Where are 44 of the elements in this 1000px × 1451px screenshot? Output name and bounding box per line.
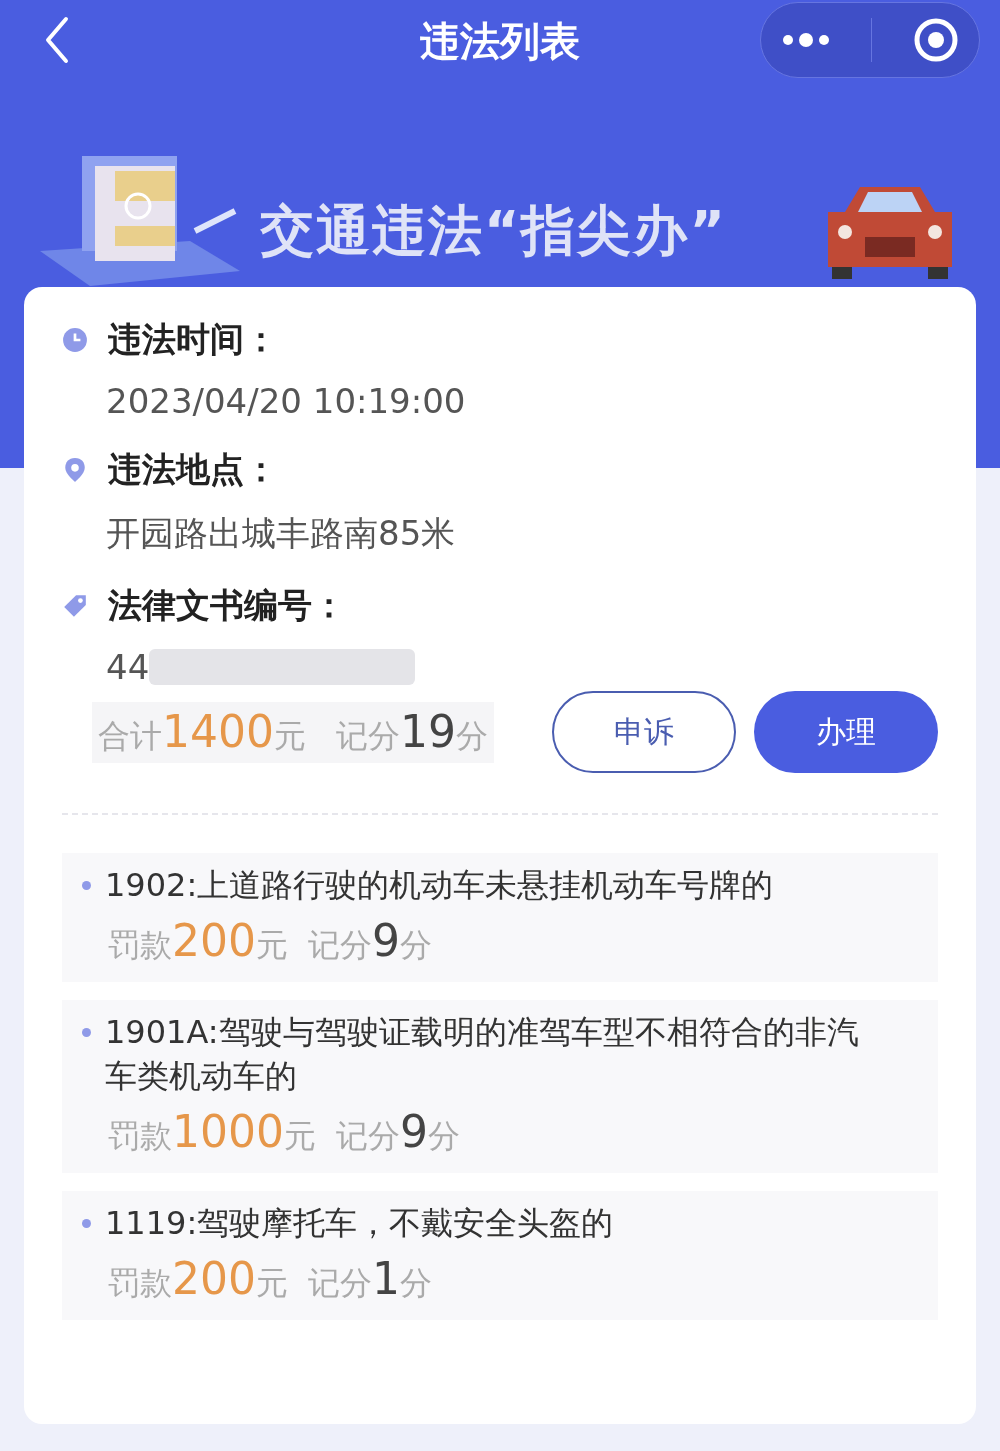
fine-label: 罚款 bbox=[108, 925, 172, 966]
bullet-dot bbox=[82, 1028, 91, 1037]
fine-amount: 200 bbox=[172, 1253, 256, 1304]
field-label: 法律文书编号： bbox=[108, 584, 346, 627]
violation-title: 1901A:驾驶与驾驶证载明的准驾车型不相符合的非汽车类机动车的 bbox=[105, 1012, 860, 1097]
points-label: 记分 bbox=[308, 925, 372, 966]
field-label: 违法地点： bbox=[108, 448, 278, 491]
bullet-dot bbox=[82, 881, 91, 890]
currency-unit: 元 bbox=[274, 715, 306, 757]
tag-icon bbox=[62, 593, 88, 619]
location-pin-icon bbox=[62, 457, 88, 483]
points-value: 9 bbox=[400, 1106, 428, 1157]
process-button[interactable]: 办理 bbox=[754, 691, 938, 773]
clock-icon bbox=[62, 327, 88, 353]
field-value: 44 bbox=[106, 647, 150, 687]
violation-title: 1902:上道路行驶的机动车未悬挂机动车号牌的 bbox=[105, 865, 775, 906]
fine-amount: 1000 bbox=[172, 1106, 284, 1157]
currency-unit: 元 bbox=[284, 1116, 316, 1157]
summary-label: 记分 bbox=[336, 715, 400, 757]
points-unit: 分 bbox=[428, 1116, 460, 1157]
appeal-button[interactable]: 申诉 bbox=[552, 691, 736, 773]
field-value: 2023/04/20 10:19:00 bbox=[106, 381, 466, 421]
page-title: 违法列表 bbox=[419, 17, 581, 66]
points-label: 记分 bbox=[308, 1263, 372, 1304]
points-unit: 分 bbox=[456, 715, 488, 757]
points-unit: 分 bbox=[400, 925, 432, 966]
bullet-dot bbox=[82, 1219, 91, 1228]
points-unit: 分 bbox=[400, 1263, 432, 1304]
total-points: 19 bbox=[400, 705, 456, 757]
banner-headline: 交通违法“指尖办” bbox=[259, 198, 728, 264]
fine-label: 罚款 bbox=[108, 1263, 172, 1304]
fine-label: 罚款 bbox=[108, 1116, 172, 1157]
more-icon[interactable] bbox=[781, 32, 832, 48]
fine-amount: 200 bbox=[172, 915, 256, 966]
total-amount: 1400 bbox=[162, 705, 274, 757]
summary-label: 合计 bbox=[98, 715, 162, 757]
currency-unit: 元 bbox=[256, 925, 288, 966]
field-value: 开园路出城丰路南85米 bbox=[106, 512, 456, 555]
currency-unit: 元 bbox=[256, 1263, 288, 1304]
points-value: 1 bbox=[372, 1253, 400, 1304]
points-value: 9 bbox=[372, 915, 400, 966]
points-label: 记分 bbox=[336, 1116, 400, 1157]
field-label: 违法时间： bbox=[108, 318, 278, 361]
violation-title: 1119:驾驶摩托车，不戴安全头盔的 bbox=[105, 1203, 615, 1244]
